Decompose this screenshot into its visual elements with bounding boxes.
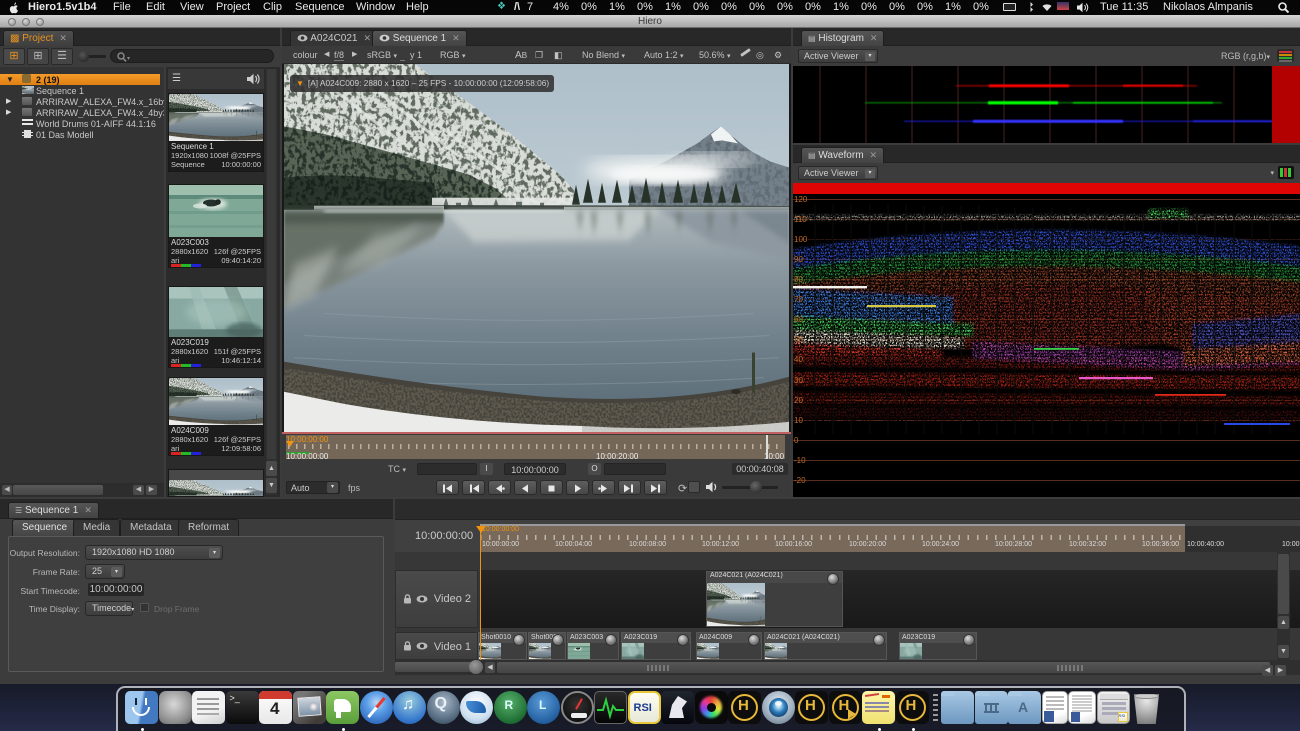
svg-text:60: 60: [794, 315, 803, 324]
svg-text:-10: -10: [794, 456, 806, 465]
svg-text:80: 80: [794, 275, 803, 284]
svg-text:100: 100: [794, 235, 808, 244]
svg-text:-20: -20: [794, 476, 806, 485]
svg-text:120: 120: [794, 195, 808, 204]
svg-text:110: 110: [794, 215, 807, 224]
svg-text:90: 90: [794, 255, 803, 264]
svg-text:0: 0: [794, 436, 799, 445]
svg-text:70: 70: [794, 295, 803, 304]
svg-text:10: 10: [794, 416, 803, 425]
svg-text:30: 30: [794, 376, 803, 385]
svg-text:20: 20: [794, 396, 803, 405]
svg-text:40: 40: [794, 355, 803, 364]
svg-text:50: 50: [794, 335, 803, 344]
